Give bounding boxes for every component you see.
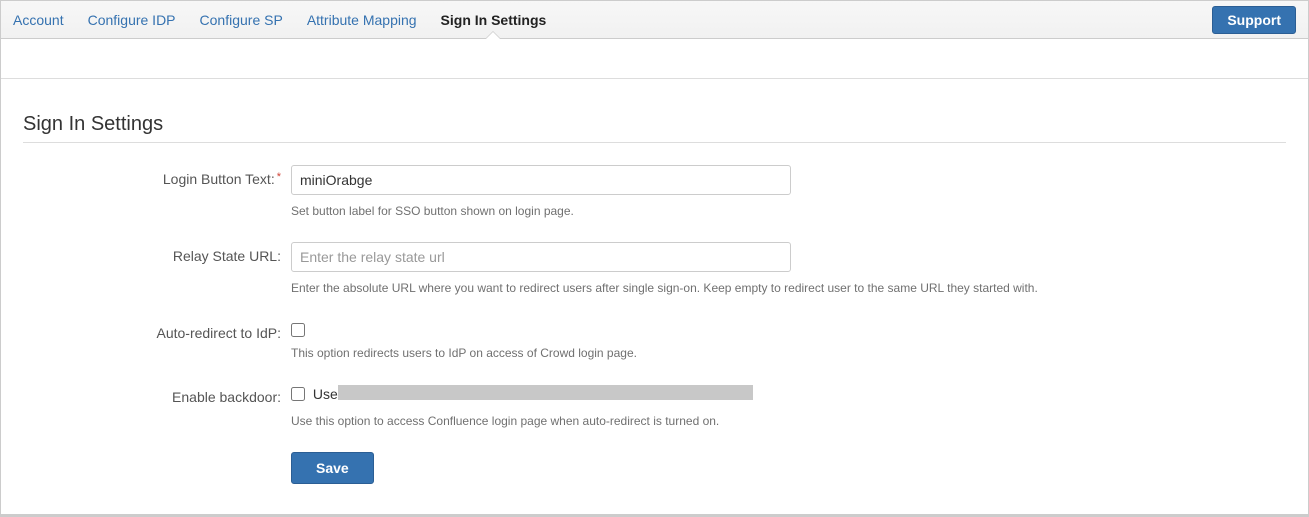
content-wrap: Sign In Settings Login Button Text:* Set… — [1, 39, 1308, 514]
auto-redirect-checkbox[interactable] — [291, 323, 305, 337]
redacted-backdoor-url — [338, 385, 753, 400]
support-button[interactable]: Support — [1212, 6, 1296, 34]
label-relay-state: Relay State URL: — [23, 242, 281, 264]
help-auto-redirect: This option redirects users to IdP on ac… — [291, 345, 1286, 362]
tabs: Account Configure IDP Configure SP Attri… — [1, 2, 558, 38]
login-button-text-input[interactable] — [291, 165, 791, 195]
relay-state-input[interactable] — [291, 242, 791, 272]
row-auto-redirect: Auto-redirect to IdP: This option redire… — [23, 319, 1286, 362]
label-auto-redirect: Auto-redirect to IdP: — [23, 319, 281, 341]
content: Sign In Settings Login Button Text:* Set… — [1, 79, 1308, 514]
tab-bar: Account Configure IDP Configure SP Attri… — [1, 1, 1308, 39]
backdoor-inline-text: Use — [313, 386, 338, 402]
row-enable-backdoor: Enable backdoor: Use Use this option to … — [23, 383, 1286, 430]
page-title: Sign In Settings — [23, 113, 1286, 143]
tab-account[interactable]: Account — [1, 2, 76, 38]
save-button[interactable]: Save — [291, 452, 374, 484]
help-login-button-text: Set button label for SSO button shown on… — [291, 203, 1286, 220]
tab-configure-sp[interactable]: Configure SP — [188, 2, 295, 38]
label-text: Login Button Text: — [163, 171, 275, 187]
spacer — [1, 39, 1308, 79]
help-enable-backdoor: Use this option to access Confluence log… — [291, 413, 1286, 430]
tab-sign-in-settings[interactable]: Sign In Settings — [429, 2, 559, 38]
app-frame: Account Configure IDP Configure SP Attri… — [0, 0, 1309, 517]
tab-configure-idp[interactable]: Configure IDP — [76, 2, 188, 38]
help-relay-state: Enter the absolute URL where you want to… — [291, 280, 1286, 297]
label-login-button-text: Login Button Text:* — [23, 165, 281, 187]
enable-backdoor-checkbox[interactable] — [291, 387, 305, 401]
tab-attribute-mapping[interactable]: Attribute Mapping — [295, 2, 429, 38]
label-enable-backdoor: Enable backdoor: — [23, 383, 281, 405]
row-relay-state: Relay State URL: Enter the absolute URL … — [23, 242, 1286, 297]
row-login-button-text: Login Button Text:* Set button label for… — [23, 165, 1286, 220]
